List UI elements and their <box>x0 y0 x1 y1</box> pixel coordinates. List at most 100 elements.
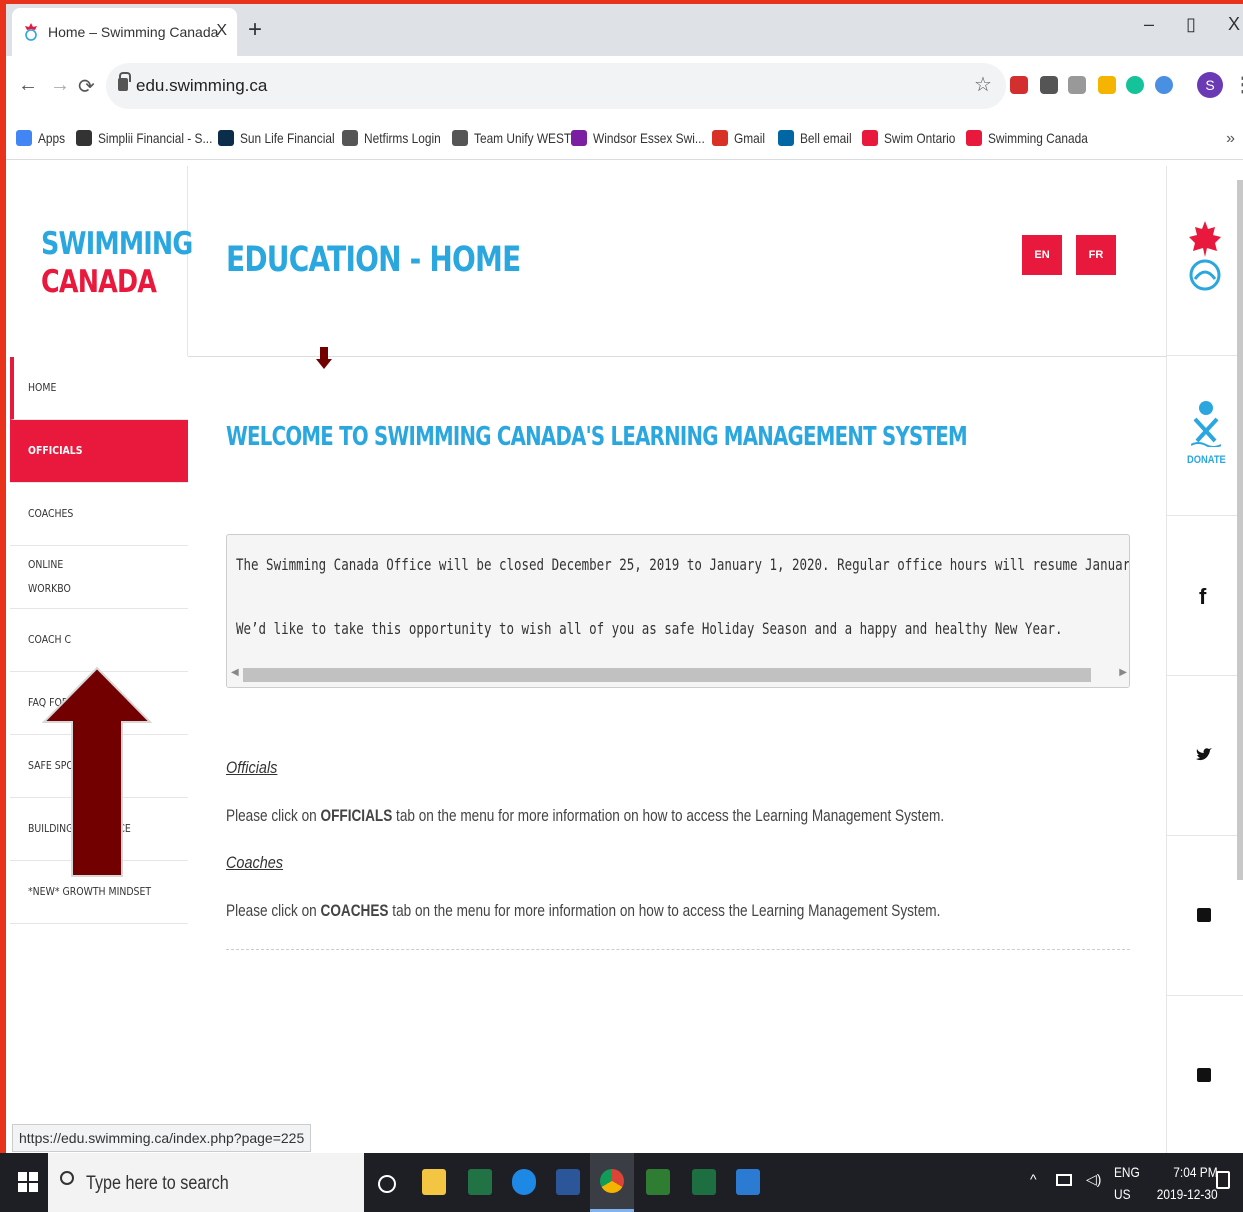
menu-item-label: *NEW* GROWTH MINDSET <box>28 885 152 898</box>
tray-caret-icon[interactable]: ^ <box>1030 1171 1037 1187</box>
extension-icon[interactable] <box>1010 76 1028 94</box>
menu-item-coaches[interactable]: COACHES <box>10 483 188 546</box>
taskbar-search-box[interactable]: Type here to search <box>48 1153 364 1212</box>
extension-icon[interactable] <box>1155 76 1173 94</box>
input-language[interactable]: ENG US <box>1114 1161 1140 1205</box>
maple-leaf-logo[interactable] <box>1167 166 1243 356</box>
windows-start-icon[interactable] <box>18 1172 38 1192</box>
address-bar[interactable]: edu.swimming.ca <box>106 63 1006 109</box>
app-icon[interactable] <box>646 1169 670 1195</box>
taskbar-search-placeholder: Type here to search <box>86 1173 229 1194</box>
donate-link[interactable]: DONATE <box>1167 356 1243 516</box>
logo-line-1: SWIMMING <box>41 226 193 262</box>
notice-horizontal-scrollbar[interactable]: ◀ ▶ <box>227 663 1129 687</box>
apps-grid-icon <box>16 130 32 146</box>
clock-date: 2019-12-30 <box>1156 1186 1218 1202</box>
lang-en-button[interactable]: EN <box>1022 235 1062 275</box>
reload-icon[interactable]: ⟳ <box>78 74 95 99</box>
window-close-button[interactable]: X <box>1228 14 1240 35</box>
bookmark-3[interactable]: Netfirms Login <box>342 130 454 146</box>
bell-icon <box>778 130 794 146</box>
instagram-link[interactable] <box>1167 996 1243 1153</box>
browser-toolbar: ← → ⟳ edu.swimming.ca ☆ S ⋮ <box>6 56 1243 118</box>
lock-icon <box>118 72 131 91</box>
simplii-icon <box>76 130 92 146</box>
bookmark-2[interactable]: Sun Life Financial <box>218 130 351 146</box>
profile-avatar[interactable]: S <box>1197 72 1223 98</box>
bookmark-label: Gmail <box>734 130 766 146</box>
taskbar-clock[interactable]: 7:04 PM 2019-12-30 <box>1157 1161 1218 1205</box>
swim-ontario-icon <box>862 130 878 146</box>
annotation-down-arrow-icon <box>316 347 332 369</box>
menu-item-online-workbook[interactable]: ONLINE WORKBO <box>10 546 188 609</box>
twitter-link[interactable] <box>1167 676 1243 836</box>
edge-browser-icon[interactable] <box>512 1169 536 1195</box>
extension-icon[interactable] <box>1068 76 1086 94</box>
coaches-link[interactable]: Coaches <box>226 853 283 873</box>
browser-tab[interactable]: Home – Swimming Canada X <box>12 8 237 56</box>
bookmark-label: Sun Life Financial <box>240 130 335 146</box>
bookmark-0[interactable]: Apps <box>16 130 70 146</box>
youtube-link[interactable] <box>1167 836 1243 996</box>
file-explorer-icon[interactable] <box>422 1169 446 1195</box>
menu-kebab-icon[interactable]: ⋮ <box>1233 72 1243 97</box>
bookmark-label: Team Unify WEST <box>474 130 572 146</box>
bookmark-star-icon[interactable]: ☆ <box>974 72 992 97</box>
menu-item-home[interactable]: HOME <box>10 357 188 420</box>
lang-fr-button[interactable]: FR <box>1076 235 1116 275</box>
chrome-taskbar-active[interactable] <box>590 1153 634 1212</box>
keyboard-layout: US <box>1114 1186 1131 1202</box>
bookmark-8[interactable]: Swim Ontario <box>862 130 968 146</box>
bookmark-7[interactable]: Bell email <box>778 130 861 146</box>
tab-close-icon[interactable]: X <box>216 22 227 40</box>
back-arrow-icon[interactable]: ← <box>18 74 38 97</box>
notifications-icon[interactable] <box>1216 1171 1230 1189</box>
link-hover-status: https://edu.swimming.ca/index.php?page=2… <box>12 1124 312 1152</box>
bookmark-9[interactable]: Swimming Canada <box>966 130 1106 146</box>
network-icon[interactable] <box>1056 1174 1072 1186</box>
welcome-heading: WELCOME TO SWIMMING CANADA'S LEARNING MA… <box>226 422 968 452</box>
word-icon[interactable] <box>556 1169 580 1195</box>
bookmark-6[interactable]: Gmail <box>712 130 771 146</box>
sunlife-icon <box>218 130 234 146</box>
volume-icon[interactable]: ◁) <box>1086 1171 1101 1188</box>
menu-item-label: HOME <box>28 381 57 394</box>
scroll-right-icon[interactable]: ▶ <box>1119 667 1127 678</box>
cortana-icon[interactable] <box>378 1175 396 1193</box>
window-restore-button[interactable]: ▯ <box>1186 14 1196 35</box>
address-url[interactable]: edu.swimming.ca <box>136 76 267 96</box>
new-tab-button[interactable]: + <box>248 16 262 44</box>
extension-icon[interactable] <box>1040 76 1058 94</box>
swimming-canada-icon <box>966 130 982 146</box>
officials-link[interactable]: Officials <box>226 758 277 778</box>
menu-item-officials[interactable]: OFFICIALS <box>10 420 188 483</box>
bookmark-label: Simplii Financial - S... <box>98 130 213 146</box>
annotation-up-arrow-icon <box>42 666 152 877</box>
scroll-left-icon[interactable]: ◀ <box>231 667 239 678</box>
menu-item-label: COACHES <box>28 507 74 520</box>
bookmark-1[interactable]: Simplii Financial - S... <box>76 130 233 146</box>
header-divider <box>188 356 1166 357</box>
forward-arrow-icon[interactable]: → <box>50 74 70 97</box>
clock-time: 7:04 PM <box>1173 1164 1218 1180</box>
menu-item-label: OFFICIALS <box>28 444 83 457</box>
facebook-link[interactable]: f <box>1167 516 1243 676</box>
excel-icon[interactable] <box>692 1169 716 1195</box>
bookmark-4[interactable]: Team Unify WEST <box>452 130 588 146</box>
meet-manager-icon[interactable] <box>736 1169 760 1195</box>
notice-line-2: We’d like to take this opportunity to wi… <box>236 619 1063 638</box>
twitter-icon <box>1196 748 1212 761</box>
notice-line-1: The Swimming Canada Office will be close… <box>236 555 1130 574</box>
extension-icon[interactable] <box>1098 76 1116 94</box>
scrollbar-thumb[interactable] <box>243 668 1091 682</box>
notes-app-icon[interactable] <box>468 1169 492 1195</box>
grammarly-icon[interactable] <box>1126 76 1144 94</box>
bookmark-5[interactable]: Windsor Essex Swi... <box>571 130 724 146</box>
bookmarks-overflow-icon[interactable]: » <box>1226 130 1235 148</box>
menu-item-coach-c[interactable]: COACH C <box>10 609 188 672</box>
site-logo[interactable]: SWIMMING CANADA <box>6 166 193 356</box>
bookmark-label: Windsor Essex Swi... <box>593 130 705 146</box>
windows-taskbar: Type here to search ^ ◁) ENG US 7:04 PM … <box>0 1153 1243 1212</box>
window-minimize-button[interactable]: – <box>1144 14 1154 35</box>
page-scrollbar[interactable] <box>1237 180 1243 880</box>
